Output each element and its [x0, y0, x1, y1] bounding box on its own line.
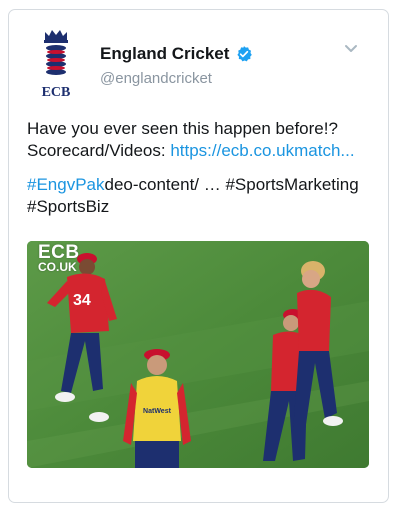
svg-text:ECB: ECB [42, 85, 71, 100]
watermark-line: ECB [38, 242, 80, 263]
display-name[interactable]: England Cricket [100, 44, 229, 64]
tweet-text-line: #EngvPakdeo-content/ … #SportsMarketing [27, 174, 372, 196]
avatar[interactable]: ECB [33, 26, 79, 102]
verified-badge-icon [237, 46, 253, 62]
ecb-crest-icon: ECB [42, 30, 71, 100]
ecb-watermark: ECB CO.UK [38, 242, 80, 274]
tweet-text-fragment: deo-content/ … #SportsMarketing [104, 175, 359, 194]
tweet-media-image[interactable]: 34 NatWest ECB CO.UK [27, 241, 369, 468]
tweet-text-line: Have you ever seen this happen before!? [27, 119, 338, 138]
tweet-text: Have you ever seen this happen before!? … [27, 118, 372, 218]
tweet-text-line: Scorecard/Videos: https://ecb.co.ukmatch… [27, 140, 372, 162]
watermark-line: CO.UK [38, 260, 77, 274]
user-handle[interactable]: @englandcricket [100, 70, 212, 87]
svg-text:34: 34 [73, 292, 91, 309]
scorecard-label: Scorecard/Videos: [27, 141, 171, 160]
cricket-players-photo: 34 NatWest [27, 241, 369, 468]
display-name-row[interactable]: England Cricket [100, 44, 253, 64]
chevron-down-icon[interactable] [343, 43, 359, 55]
hashtag-engvpak[interactable]: #EngvPak [27, 175, 105, 194]
svg-text:NatWest: NatWest [143, 408, 172, 415]
scorecard-link[interactable]: https://ecb.co.ukmatch... [170, 141, 354, 160]
hashtag-sportsbiz[interactable]: #SportsBiz [27, 196, 372, 218]
